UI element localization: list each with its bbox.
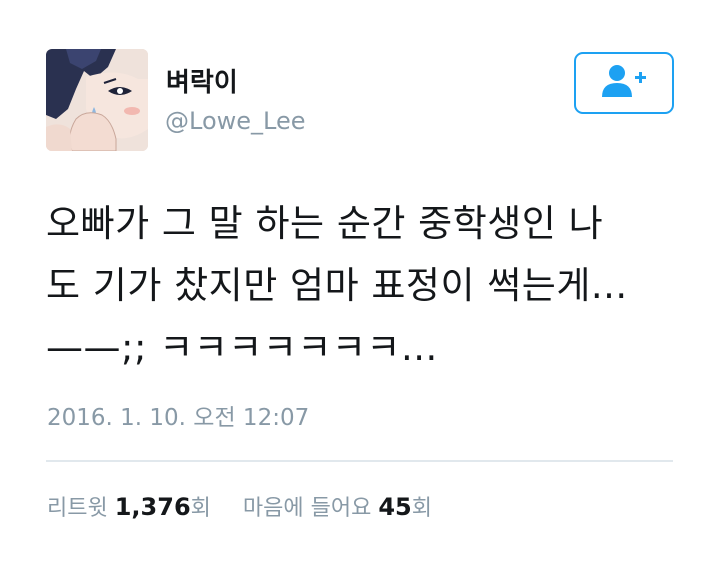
likes-count: 45 <box>378 493 412 521</box>
likes-label: 마음에 들어요 <box>242 496 372 521</box>
likes-stat[interactable]: 마음에 들어요 45회 <box>242 493 432 521</box>
display-name[interactable]: 벼락이 <box>166 62 238 99</box>
user-handle[interactable]: @Lowe_Lee <box>165 107 306 135</box>
follow-button[interactable] <box>574 52 674 114</box>
tweet-timestamp[interactable]: 2016. 1. 10. 오전 12:07 <box>47 398 309 432</box>
likes-unit: 회 <box>411 496 432 521</box>
tweet-stats: 리트윗 1,376회 마음에 들어요 45회 <box>47 490 432 522</box>
anime-avatar-image <box>46 49 148 151</box>
tweet-card: 벼락이 @Lowe_Lee 오빠가 그 말 하는 순간 중학생인 나 도 기가 … <box>0 0 720 567</box>
retweets-stat[interactable]: 리트윗 1,376회 <box>47 493 218 521</box>
tweet-text: 오빠가 그 말 하는 순간 중학생인 나 도 기가 찼지만 엄마 표정이 썩는게… <box>46 202 628 369</box>
retweets-count: 1,376 <box>114 493 191 521</box>
retweets-label: 리트윗 <box>47 496 108 521</box>
follow-user-icon <box>601 64 647 102</box>
retweets-unit: 회 <box>190 496 211 521</box>
divider <box>46 460 673 462</box>
avatar[interactable] <box>46 49 148 151</box>
